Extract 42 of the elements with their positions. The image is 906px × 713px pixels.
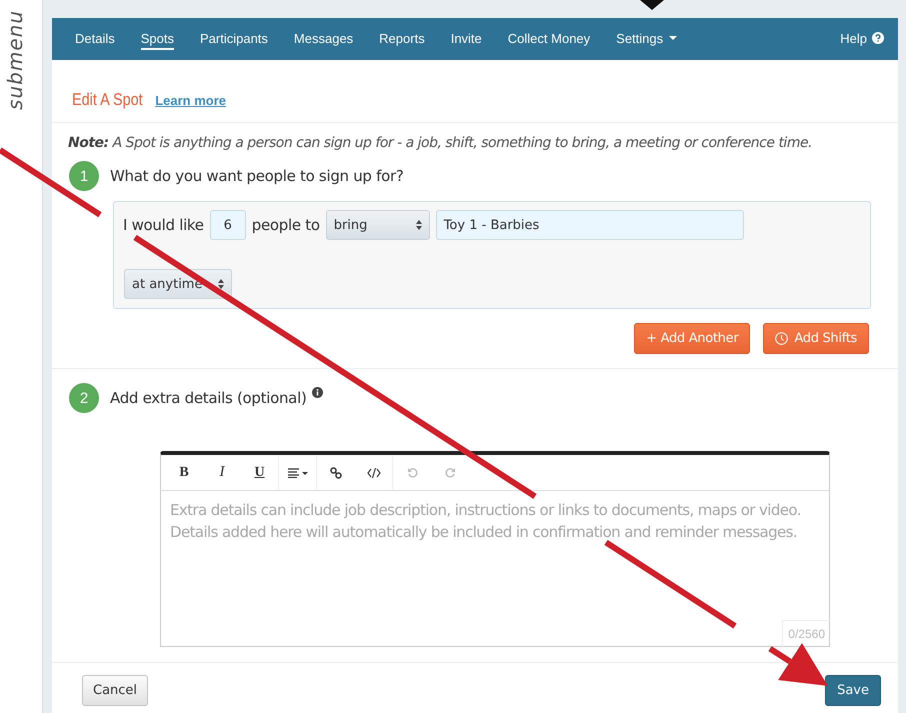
step-question: What do you want people to sign up for? — [110, 167, 404, 185]
bold-button[interactable]: B — [165, 456, 203, 490]
nav-tab[interactable]: Spots — [140, 28, 174, 50]
step-number: 1 — [69, 161, 99, 191]
nav-tab[interactable]: Settings — [603, 28, 690, 50]
quantity-field[interactable]: 6 — [210, 210, 246, 240]
character-counter: 0/2560 — [782, 620, 830, 647]
nav-tab[interactable]: Collect Money — [494, 28, 604, 50]
cancel-button[interactable]: Cancel — [82, 675, 148, 706]
align-left-icon — [288, 468, 308, 478]
select-arrows-icon — [416, 220, 422, 230]
undo-icon — [406, 467, 418, 478]
timing-dropdown[interactable]: at anytime — [124, 269, 232, 299]
nav-tab[interactable]: Reports — [366, 28, 438, 50]
nav-tab[interactable]: Messages — [280, 28, 366, 50]
annotation-label: submenu — [3, 10, 27, 110]
step-question: Add extra details (optional) — [110, 389, 306, 407]
help-icon — [872, 32, 884, 44]
clock-icon — [775, 332, 788, 345]
nav-tab[interactable]: Participants — [187, 28, 281, 50]
page-title: Edit A Spot — [72, 90, 143, 110]
item-field[interactable]: Toy 1 - Barbies — [436, 210, 744, 240]
pointer-arrow — [640, 0, 664, 10]
learn-more-link[interactable]: Learn more — [155, 93, 226, 108]
nav-tab[interactable]: Invite — [438, 28, 495, 50]
select-arrows-icon — [218, 279, 224, 289]
note-text: Note: A Spot is anything a person can sign up for - a job, shift, something to bring, a meeting or conference time. — [67, 134, 814, 151]
underline-button[interactable]: U — [241, 456, 279, 490]
nav-tab[interactable]: Details — [62, 28, 128, 50]
link-icon — [330, 466, 342, 478]
add-another-button[interactable]: + Add Another — [634, 323, 750, 354]
code-icon — [366, 468, 380, 478]
action-dropdown[interactable]: bring — [326, 210, 430, 240]
italic-button[interactable]: I — [203, 456, 241, 490]
step-number: 2 — [69, 383, 99, 413]
redo-icon — [444, 467, 456, 478]
help-link[interactable]: Help — [840, 28, 884, 50]
info-icon — [312, 387, 322, 398]
sentence-label: I would like — [123, 216, 204, 234]
sentence-label: people to — [252, 216, 320, 234]
add-shifts-button[interactable]: Add Shifts — [763, 323, 869, 354]
save-button[interactable]: Save — [825, 675, 881, 706]
